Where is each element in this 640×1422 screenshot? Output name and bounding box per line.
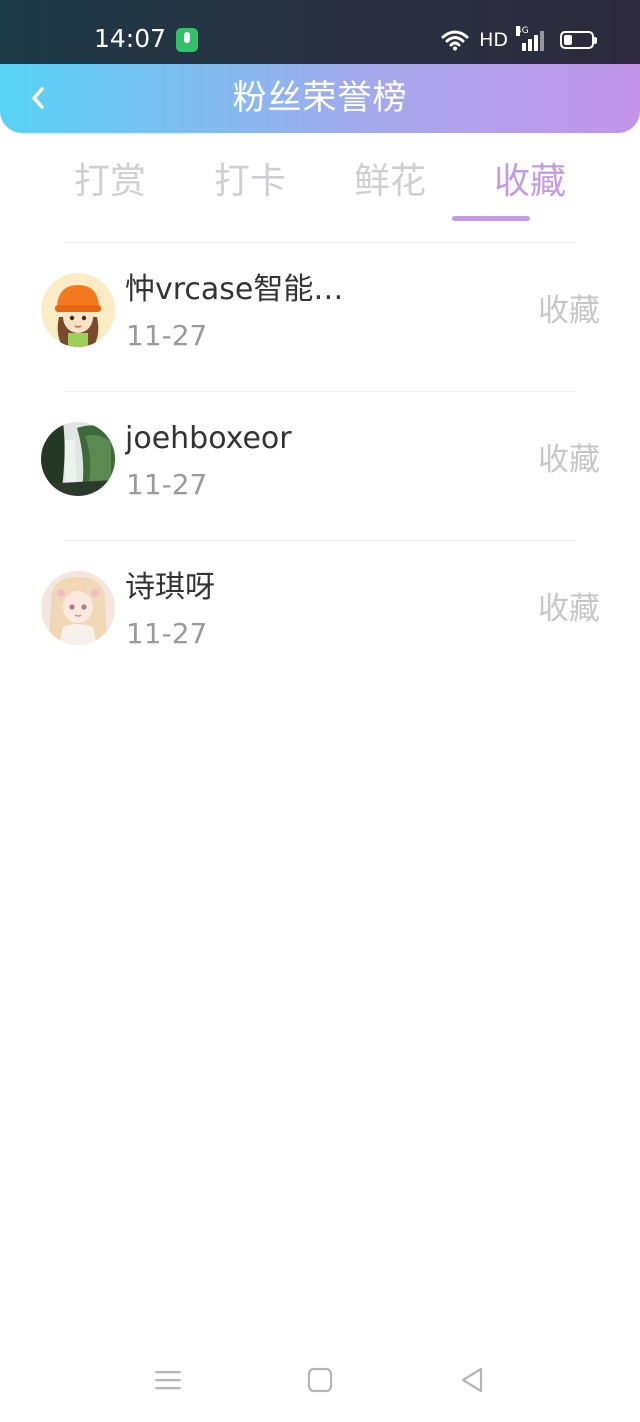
list-item[interactable]: 忡vrcase智能… 11-27 收藏 xyxy=(0,243,640,391)
back-triangle-icon xyxy=(461,1367,483,1393)
tab-checkin[interactable]: 打卡 xyxy=(180,155,320,225)
hd-indicator: HD xyxy=(479,29,508,51)
status-bar: 14:07 HD 4G xyxy=(0,0,640,64)
menu-icon xyxy=(155,1371,181,1390)
microphone-icon xyxy=(176,28,198,52)
user-name: 忡vrcase智能… xyxy=(125,272,344,307)
status-time: 14:07 xyxy=(94,24,167,53)
avatar xyxy=(41,273,115,347)
header-bar: 粉丝荣誉榜 xyxy=(0,64,640,133)
fan-honor-page: 14:07 HD 4G 粉丝荣誉榜 打赏 打卡 鲜花 收藏 忡vrcase智能…… xyxy=(0,0,640,1422)
tab-favorites[interactable]: 收藏 xyxy=(460,155,600,225)
item-date: 11-27 xyxy=(126,468,208,501)
item-date: 11-27 xyxy=(126,319,208,352)
status-indicators: HD 4G xyxy=(441,26,597,54)
user-name: joehboxeor xyxy=(125,421,292,456)
avatar xyxy=(41,571,115,645)
signal-type: 4G xyxy=(516,26,529,36)
user-name: 诗琪呀 xyxy=(125,570,215,605)
item-date: 11-27 xyxy=(126,617,208,650)
page-title: 粉丝荣誉榜 xyxy=(232,78,408,118)
battery-icon xyxy=(560,31,597,49)
tab-bar: 打赏 打卡 鲜花 收藏 xyxy=(40,155,600,225)
avatar xyxy=(41,422,115,496)
system-back-button[interactable] xyxy=(452,1360,492,1400)
waterfall-landscape-avatar xyxy=(41,422,115,496)
back-button[interactable] xyxy=(18,78,58,118)
cartoon-girl-orange-hat-avatar xyxy=(41,273,115,347)
item-action-label: 收藏 xyxy=(538,591,600,627)
list-item[interactable]: 诗琪呀 11-27 收藏 xyxy=(0,541,640,689)
active-tab-indicator xyxy=(452,216,530,221)
wifi-icon xyxy=(441,30,469,51)
menu-button[interactable] xyxy=(148,1360,188,1400)
fan-list: 忡vrcase智能… 11-27 收藏 joehboxeor 11-27 收藏 xyxy=(0,242,640,689)
tab-flowers[interactable]: 鲜花 xyxy=(320,155,460,225)
item-action-label: 收藏 xyxy=(538,442,600,478)
home-icon xyxy=(307,1367,333,1393)
home-button[interactable] xyxy=(300,1360,340,1400)
anime-girl-avatar xyxy=(41,571,115,645)
item-action-label: 收藏 xyxy=(538,293,600,329)
list-item[interactable]: joehboxeor 11-27 收藏 xyxy=(0,392,640,540)
tab-reward[interactable]: 打赏 xyxy=(40,155,180,225)
system-nav-bar xyxy=(0,1340,640,1422)
signal-icon: 4G xyxy=(516,26,544,51)
chevron-left-icon xyxy=(32,87,44,109)
